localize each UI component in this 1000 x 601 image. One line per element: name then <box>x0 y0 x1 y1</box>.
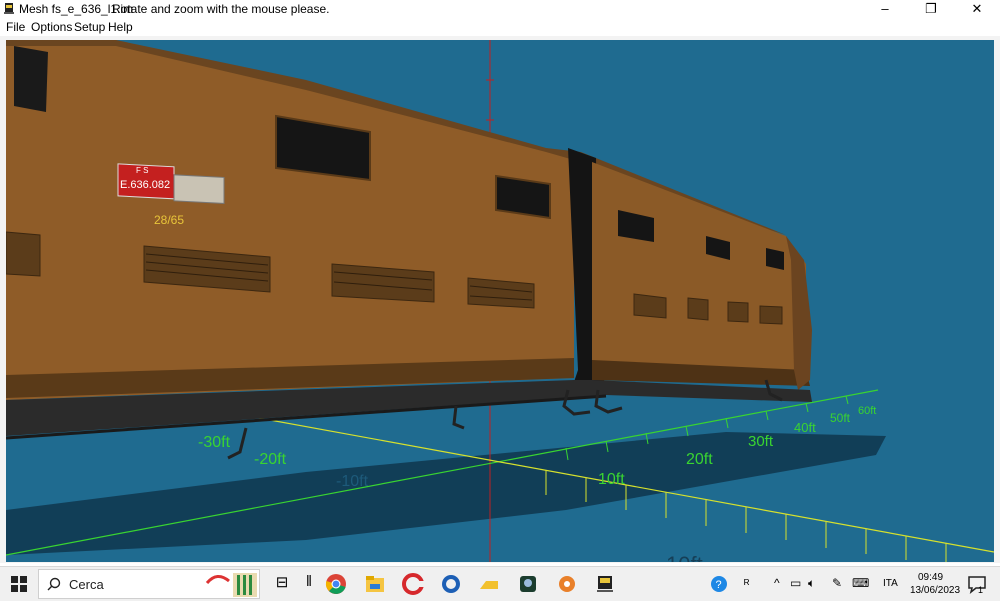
taskbar-search[interactable]: Cerca <box>38 569 260 599</box>
clock-time[interactable]: 09:49 <box>918 572 943 583</box>
plate-number-text: E.636.082 <box>120 179 170 191</box>
language-indicator[interactable]: ITA <box>883 578 898 589</box>
locomotive-shadow <box>6 432 886 555</box>
axis-label-10: 10ft <box>598 471 625 488</box>
game-app-icon[interactable] <box>517 573 539 595</box>
plate-top-text: F S <box>136 166 148 175</box>
axis-label-40: 40ft <box>794 420 816 435</box>
notification-count: 1 <box>978 585 984 595</box>
browser-icon[interactable] <box>440 573 462 595</box>
svg-text:?: ? <box>716 579 722 591</box>
task-view-icon[interactable]: ⊟ <box>271 573 293 595</box>
window-cab-2 <box>495 174 551 220</box>
axis-label-minus-10: -10ft <box>336 473 369 490</box>
title-bar: Mesh fs_e_636_l1.im Rotate and zoom with… <box>0 0 1000 18</box>
axis-label-y-10: 10ft <box>666 552 703 562</box>
locomotive-body-front <box>6 46 574 400</box>
clock-date[interactable]: 13/06/2023 <box>910 585 960 596</box>
file-explorer-icon[interactable] <box>364 573 386 595</box>
people-icon[interactable]: ᴿ <box>744 577 749 591</box>
locomotive-model[interactable]: F S E.636.082 28/65 <box>6 40 812 460</box>
menu-options[interactable]: Options <box>31 20 72 34</box>
train-app-icon <box>4 3 14 14</box>
axis-label-20: 20ft <box>686 451 713 468</box>
menu-bar: File Options Setup Help <box>0 18 1000 36</box>
axis-label-30: 30ft <box>748 433 774 450</box>
app-icon-orange[interactable] <box>556 573 578 595</box>
search-icon <box>47 577 61 591</box>
window-front-left <box>14 46 48 112</box>
chevron-up-icon[interactable]: ^ <box>774 576 780 590</box>
volume-icon[interactable]: 🔈︎ <box>808 576 815 591</box>
locomotive-body-rear <box>592 162 806 380</box>
taskbar: Cerca ⊟ ‖ ? ᴿ ^ ▭ 🔈︎ ✎ ⌨ ITA 09:49 13/06… <box>0 566 1000 601</box>
keyboard-icon[interactable]: ⌨ <box>852 576 869 590</box>
pen-icon[interactable]: ✎ <box>832 576 842 590</box>
locomotive-number: 28/65 <box>154 213 184 227</box>
help-tray-icon[interactable]: ? <box>708 573 730 595</box>
axis-label-60: 60ft <box>858 405 876 417</box>
chrome-icon[interactable] <box>325 573 347 595</box>
menu-setup[interactable]: Setup <box>74 20 105 34</box>
menu-file[interactable]: File <box>6 20 25 34</box>
3d-viewport[interactable]: -30ft -20ft -10ft 10ft 20ft 30ft 40ft 50… <box>6 40 994 562</box>
cloud-folder-icon[interactable] <box>478 573 500 595</box>
search-highlight-image <box>205 573 257 597</box>
menu-help[interactable]: Help <box>108 20 133 34</box>
window-message: Rotate and zoom with the mouse please. <box>112 2 330 16</box>
close-button[interactable]: ✕ <box>954 0 1000 18</box>
axis-label-minus-20: -20ft <box>254 451 287 468</box>
restore-button[interactable]: ❐ <box>908 0 954 18</box>
train-sim-taskbar-icon[interactable] <box>594 573 616 595</box>
axis-label-50: 50ft <box>830 411 851 425</box>
minimize-button[interactable]: – <box>862 0 908 18</box>
windows-start-icon[interactable] <box>8 573 30 595</box>
notification-icon[interactable] <box>966 573 988 595</box>
ccleaner-icon[interactable] <box>402 573 424 595</box>
axis-label-minus-30: -30ft <box>198 434 231 451</box>
search-placeholder: Cerca <box>69 577 104 592</box>
viewport-canvas[interactable]: -30ft -20ft -10ft 10ft 20ft 30ft 40ft 50… <box>6 40 994 562</box>
taskbar-separator-icon: ‖ <box>305 573 313 590</box>
network-icon[interactable]: ▭ <box>790 576 801 590</box>
